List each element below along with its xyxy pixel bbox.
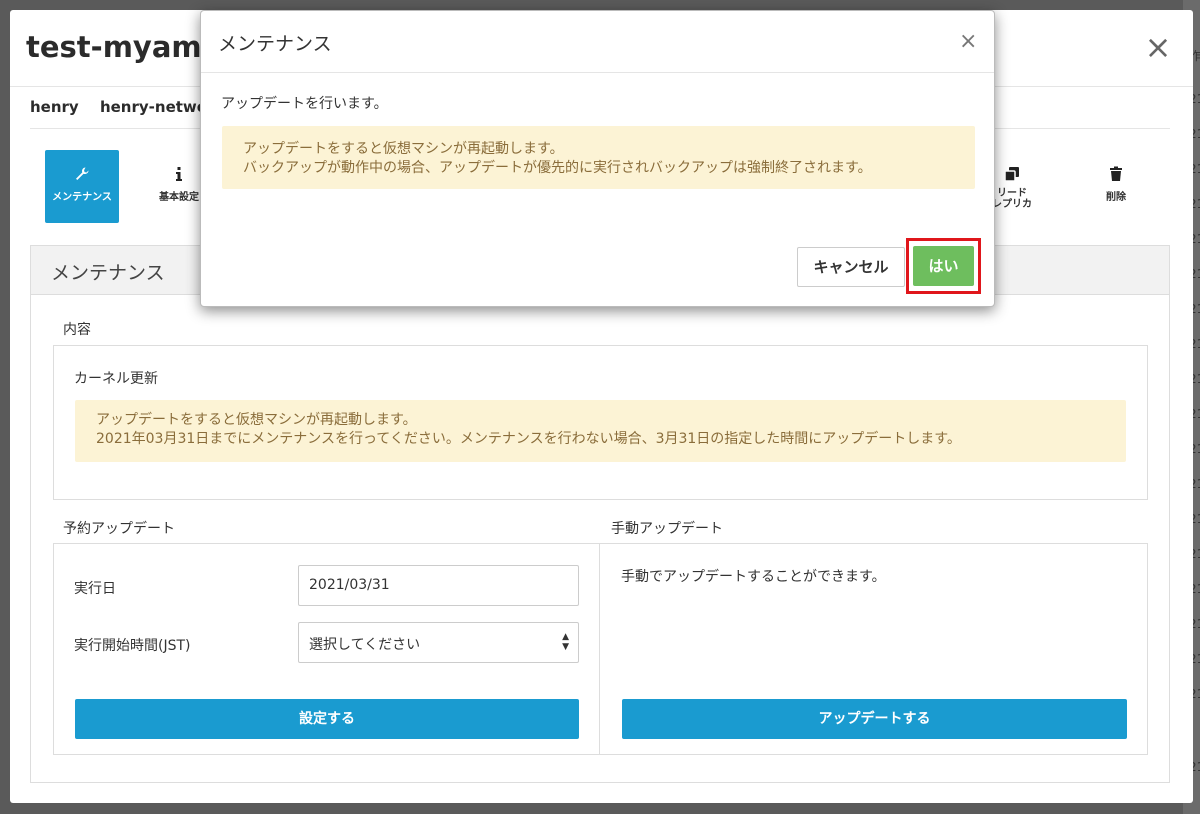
select-arrows-icon: ▲ ▼ — [562, 632, 569, 652]
start-time-select[interactable]: 選択してください ▲ ▼ — [298, 622, 579, 663]
toolbar-delete-button[interactable]: 削除 — [1079, 150, 1153, 223]
kernel-update-box: カーネル更新 アップデートをすると仮想マシンが再起動します。 2021年03月3… — [53, 345, 1148, 500]
wrench-icon — [76, 167, 89, 180]
set-schedule-button[interactable]: 設定する — [75, 699, 579, 739]
copy-icon — [1004, 167, 1019, 182]
maintenance-panel: メンテナンス 内容 カーネル更新 アップデートをすると仮想マシンが再起動します。… — [30, 245, 1170, 783]
manual-update-heading: 手動アップデート — [611, 521, 723, 537]
date-field[interactable]: 2021/03/31 — [298, 565, 579, 606]
info-icon — [176, 167, 182, 181]
dialog-close-icon[interactable]: × — [959, 29, 977, 54]
kernel-warning-line-1: アップデートをすると仮想マシンが再起動します。 — [96, 412, 417, 428]
confirm-dialog: メンテナンス × アップデートを行います。 アップデートをすると仮想マシンが再起… — [200, 10, 995, 307]
breadcrumb: henry henry-netwo — [30, 98, 223, 116]
scheduled-update-heading: 予約アップデート — [63, 521, 175, 537]
manual-update-text: 手動でアップデートすることができます。 — [621, 569, 886, 585]
confirm-highlight: はい — [906, 238, 981, 294]
toolbar-maintenance-label: メンテナンス — [52, 192, 112, 203]
date-label: 実行日 — [74, 581, 116, 597]
dialog-warning-line-1: アップデートをすると仮想マシンが再起動します。 — [243, 141, 564, 157]
confirm-button[interactable]: はい — [913, 246, 974, 286]
manual-update-button[interactable]: アップデートする — [622, 699, 1127, 739]
close-icon[interactable]: × — [1143, 31, 1173, 63]
toolbar-delete-label: 削除 — [1106, 192, 1126, 203]
content-label: 内容 — [63, 322, 91, 338]
page-title: test-myam — [26, 30, 202, 64]
kernel-update-title: カーネル更新 — [74, 371, 158, 387]
breadcrumb-user[interactable]: henry — [30, 98, 79, 116]
kernel-warning-line-2: 2021年03月31日までにメンテナンスを行ってください。メンテナンスを行わない… — [96, 431, 961, 447]
toolbar-basic-settings-label: 基本設定 — [159, 192, 199, 203]
dialog-warning-line-2: バックアップが動作中の場合、アップデートが優先的に実行されバックアップは強制終了… — [243, 160, 872, 176]
scheduled-update-box: 実行日 2021/03/31 実行開始時間(JST) 選択してください ▲ ▼ 設… — [53, 543, 600, 755]
cancel-button[interactable]: キャンセル — [797, 247, 905, 287]
manual-update-box: 手動でアップデートすることができます。 アップデートする — [599, 543, 1148, 755]
dialog-title: メンテナンス — [201, 11, 994, 73]
start-time-label: 実行開始時間(JST) — [74, 638, 191, 654]
trash-icon — [1110, 166, 1122, 181]
start-time-selected: 選択してください — [309, 637, 421, 653]
toolbar-maintenance-button[interactable]: メンテナンス — [45, 150, 119, 223]
breadcrumb-network[interactable]: henry-netwo — [100, 98, 207, 116]
kernel-warning: アップデートをすると仮想マシンが再起動します。 2021年03月31日までにメン… — [75, 400, 1126, 462]
dialog-warning: アップデートをすると仮想マシンが再起動します。 バックアップが動作中の場合、アッ… — [222, 126, 975, 189]
dialog-message: アップデートを行います。 — [221, 96, 388, 112]
